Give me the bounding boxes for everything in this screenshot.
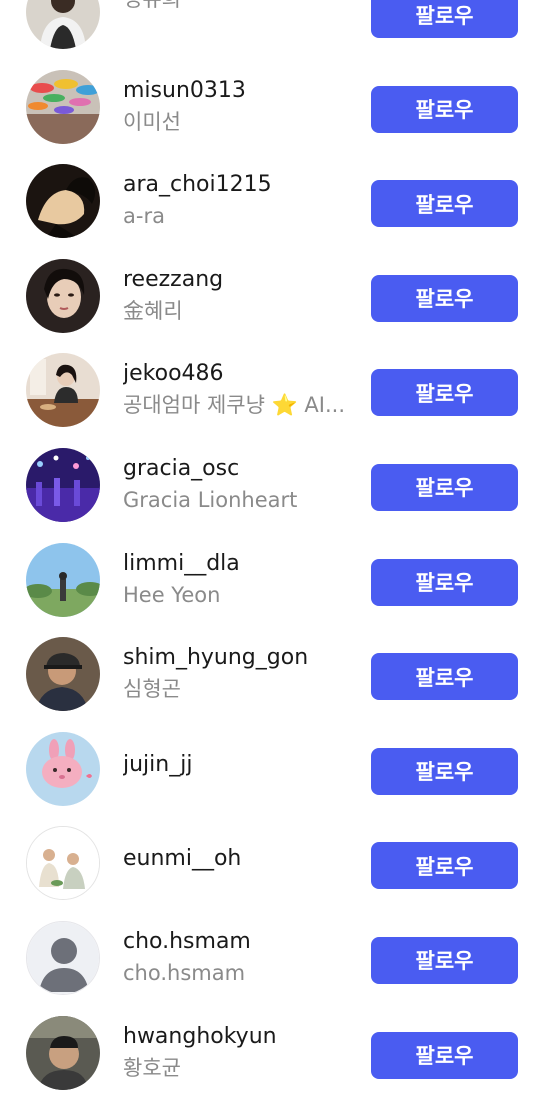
user-row[interactable]: reezzang 金혜리 팔로우 <box>0 249 536 344</box>
user-row[interactable]: hwanghokyun 황호균 팔로우 <box>0 1006 536 1100</box>
follow-button[interactable]: 팔로우 <box>371 936 518 984</box>
user-row[interactable]: eunmi__oh 팔로우 <box>0 816 536 911</box>
username[interactable]: cho.hsmam <box>123 928 359 956</box>
username[interactable]: shim_hyung_gon <box>123 644 359 672</box>
user-avatar[interactable] <box>26 731 100 806</box>
full-name: 황호균 <box>123 1055 181 1080</box>
default-user-avatar-icon <box>27 921 99 994</box>
follow-button[interactable]: 팔로우 <box>371 85 518 133</box>
full-name: 金혜리 <box>123 298 183 323</box>
username[interactable]: ara_choi1215 <box>123 171 359 199</box>
username[interactable]: reezzang <box>123 266 359 294</box>
username[interactable]: jujin_jj <box>123 751 359 779</box>
user-avatar[interactable] <box>26 258 100 333</box>
user-row[interactable]: cho.hsmam cho.hsmam 팔로우 <box>0 911 536 1006</box>
pink-bunny-avatar-icon <box>26 731 100 806</box>
user-row[interactable]: ara_choi1215 a-ra 팔로우 <box>0 154 536 249</box>
silhouette-sunset-avatar-icon <box>26 164 100 239</box>
woman-portrait-avatar-icon <box>26 258 100 333</box>
full-name: cho.hsmam <box>123 960 246 985</box>
username[interactable]: limmi__dla <box>123 550 359 578</box>
purple-lights-avatar-icon <box>26 447 100 522</box>
user-row[interactable]: gracia_osc Gracia Lionheart 팔로우 <box>0 438 536 533</box>
man-car-avatar-icon <box>26 1015 100 1090</box>
suggested-users-list: 정유희 팔로우 misun0313 이미선 팔로우 <box>0 0 536 1100</box>
follow-button[interactable]: 팔로우 <box>371 463 518 511</box>
user-avatar[interactable] <box>26 920 100 995</box>
full-name: 공대엄마 제쿠냥 ⭐ AI... <box>123 393 345 418</box>
user-avatar[interactable] <box>26 447 100 522</box>
user-avatar[interactable] <box>26 826 100 901</box>
man-cap-avatar-icon <box>26 637 100 712</box>
full-name: Gracia Lionheart <box>123 487 298 512</box>
follow-button[interactable]: 팔로우 <box>371 0 518 38</box>
park-sky-avatar-icon <box>26 542 100 617</box>
user-row[interactable]: limmi__dla Hee Yeon 팔로우 <box>0 533 536 628</box>
follow-button[interactable]: 팔로우 <box>371 1031 518 1079</box>
follow-button[interactable]: 팔로우 <box>371 653 518 701</box>
user-avatar[interactable] <box>26 353 100 428</box>
full-name: Hee Yeon <box>123 582 221 607</box>
umbrellas-photo-avatar-icon <box>26 69 100 144</box>
username[interactable]: eunmi__oh <box>123 845 359 873</box>
follow-button[interactable]: 팔로우 <box>371 369 518 417</box>
user-row[interactable]: jekoo486 공대엄마 제쿠냥 ⭐ AI... 팔로우 <box>0 343 536 438</box>
user-avatar[interactable] <box>26 164 100 239</box>
full-name: 정유희 <box>123 0 359 14</box>
user-avatar[interactable] <box>26 637 100 712</box>
username[interactable]: gracia_osc <box>123 455 359 483</box>
full-name: a-ra <box>123 204 165 229</box>
woman-cafe-avatar-icon <box>26 353 100 428</box>
username[interactable]: misun0313 <box>123 77 359 105</box>
user-avatar[interactable] <box>26 0 100 49</box>
follow-button[interactable]: 팔로우 <box>371 842 518 890</box>
follow-button[interactable]: 팔로우 <box>371 747 518 795</box>
user-row[interactable]: misun0313 이미선 팔로우 <box>0 60 536 155</box>
family-photo-avatar-icon <box>27 827 99 900</box>
username[interactable]: jekoo486 <box>123 360 359 388</box>
user-row[interactable]: 정유희 팔로우 <box>0 0 536 60</box>
full-name: 이미선 <box>123 109 181 134</box>
full-name: 심형곤 <box>123 677 181 702</box>
username[interactable]: hwanghokyun <box>123 1023 359 1051</box>
user-avatar[interactable] <box>26 1015 100 1090</box>
user-row[interactable]: jujin_jj 팔로우 <box>0 722 536 817</box>
user-avatar[interactable] <box>26 69 100 144</box>
follow-button[interactable]: 팔로우 <box>371 180 518 228</box>
follow-button[interactable]: 팔로우 <box>371 274 518 322</box>
user-row[interactable]: shim_hyung_gon 심형곤 팔로우 <box>0 627 536 722</box>
person-photo-avatar-icon <box>26 0 100 49</box>
user-avatar[interactable] <box>26 542 100 617</box>
follow-button[interactable]: 팔로우 <box>371 558 518 606</box>
